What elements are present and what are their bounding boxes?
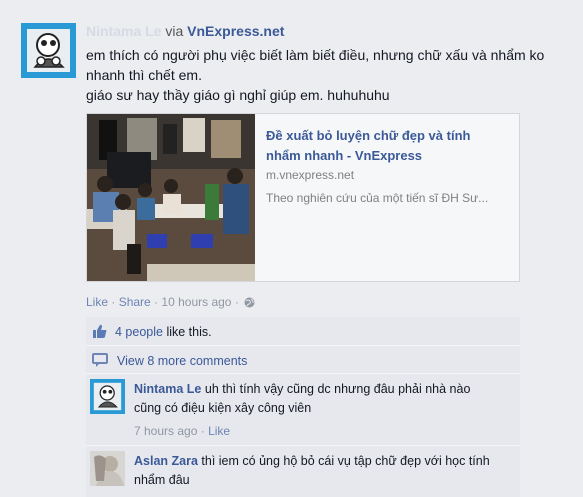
separator: · xyxy=(111,295,116,309)
link-description: Theo nghiên cứu của một tiến sĩ ĐH Sư... xyxy=(266,191,489,205)
link-domain: m.vnexpress.net xyxy=(266,168,355,182)
comment-body: Aslan Zara thì iem có ủng hộ bỏ cái vụ t… xyxy=(134,452,494,490)
view-more-comments-row[interactable]: View 8 more comments xyxy=(86,346,520,374)
via-label: via xyxy=(165,23,184,39)
thumbs-up-icon xyxy=(92,323,108,342)
avatar-photo-icon xyxy=(90,451,125,486)
link-thumbnail[interactable] xyxy=(87,114,255,281)
comment-like-link[interactable]: Like xyxy=(208,424,230,438)
avatar-cartoon-icon xyxy=(21,23,76,78)
avatar-cartoon-icon xyxy=(90,379,125,414)
globe-icon[interactable] xyxy=(244,297,255,311)
separator: · xyxy=(154,295,159,309)
likes-suffix: like this. xyxy=(166,325,212,339)
link-preview-card[interactable]: Đề xuất bỏ luyện chữ đẹp và tính nhẩm nh… xyxy=(86,113,520,282)
separator: · xyxy=(234,295,239,309)
link-title[interactable]: Đề xuất bỏ luyện chữ đẹp và tính nhẩm nh… xyxy=(266,126,506,166)
commenter-avatar[interactable] xyxy=(90,379,125,414)
post-timestamp[interactable]: 10 hours ago xyxy=(161,295,231,309)
commenter-name[interactable]: Aslan Zara xyxy=(134,454,198,468)
comment-meta: 7 hours ago · Like xyxy=(134,424,230,438)
like-link[interactable]: Like xyxy=(86,295,108,309)
view-more-comments-link[interactable]: View 8 more comments xyxy=(117,354,247,368)
post-header: Nintama Le via VnExpress.net xyxy=(86,23,284,39)
comment-timestamp[interactable]: 7 hours ago xyxy=(134,424,197,438)
post-actions: Like · Share · 10 hours ago · xyxy=(86,295,255,311)
commenter-avatar[interactable] xyxy=(90,451,125,486)
post-text-line: em thích có người phụ việc biết làm biết… xyxy=(86,47,545,83)
comment-item: Nintama Le uh thì tính vậy cũng dc nhưng… xyxy=(86,374,520,446)
likes-summary: 4 people like this. xyxy=(86,317,520,346)
poster-avatar[interactable] xyxy=(21,23,76,78)
via-source-link[interactable]: VnExpress.net xyxy=(187,23,284,39)
comment-item: Aslan Zara thì iem có ủng hộ bỏ cái vụ t… xyxy=(86,446,520,497)
share-link[interactable]: Share xyxy=(119,295,151,309)
comment-bubble-icon xyxy=(92,352,108,371)
post-text-line: giáo sư hay thầy giáo gì nghỉ giúp em. h… xyxy=(86,87,390,103)
separator: · xyxy=(200,424,205,438)
post-author[interactable]: Nintama Le xyxy=(86,23,161,39)
likes-count-link[interactable]: 4 people xyxy=(115,325,163,339)
commenter-name[interactable]: Nintama Le xyxy=(134,382,201,396)
post-message: em thích có người phụ việc biết làm biết… xyxy=(86,45,566,105)
comment-body: Nintama Le uh thì tính vậy cũng dc nhưng… xyxy=(134,380,494,418)
likes-text: 4 people like this. xyxy=(115,325,212,339)
